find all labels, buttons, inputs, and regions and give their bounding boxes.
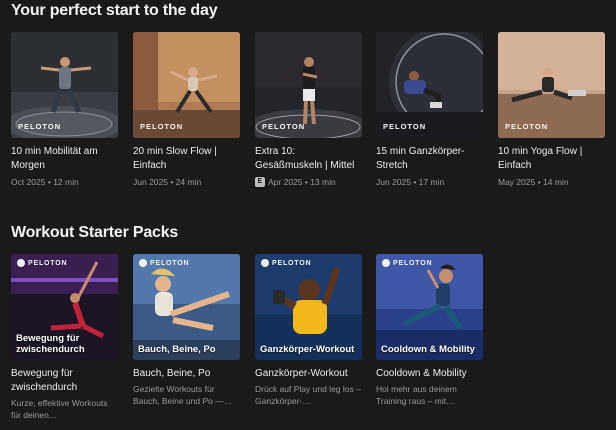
pack-overlay-label: Bauch, Beine, Po: [138, 344, 216, 355]
pack-title: Bauch, Beine, Po: [133, 368, 211, 379]
section-title-starter-packs: Workout Starter Packs: [11, 224, 179, 241]
pack-brand: PELOTON: [139, 259, 189, 267]
pack-thumbnail: PELOTON Bewegung für zwischendurch: [11, 254, 118, 360]
pack-brand: PELOTON: [261, 259, 311, 267]
pack-title: Cooldown & Mobility: [376, 368, 467, 379]
peloton-logo-icon: [382, 259, 390, 267]
class-meta: E Apr 2025 • 13 min: [255, 176, 362, 188]
peloton-watermark: PELOTON: [505, 122, 549, 131]
starter-pack-card[interactable]: PELOTON Cooldown & Mobility Cooldown & M…: [376, 254, 483, 407]
section-title-perfect-start: Your perfect start to the day: [11, 2, 218, 19]
pack-overlay-label: Bewegung für zwischendurch: [16, 333, 85, 355]
class-thumbnail: PELOTON: [498, 32, 605, 138]
class-meta: May 2025 • 14 min: [498, 177, 569, 187]
peloton-logo-icon: [261, 259, 269, 267]
pack-description: Gezielte Workouts für Bauch, Beine und P…: [133, 384, 233, 406]
class-meta: Oct 2025 • 12 min: [11, 177, 79, 187]
class-title: Extra 10: Gesäßmuskeln | Mittel: [255, 146, 355, 171]
pack-brand: PELOTON: [382, 259, 432, 267]
class-card[interactable]: PELOTON 20 min Slow Flow | Einfach Jun 2…: [133, 32, 240, 188]
pack-title: Bewegung für zwischendurch: [11, 368, 78, 393]
class-card[interactable]: PELOTON Extra 10: Gesäßmuskeln | Mittel …: [255, 32, 362, 188]
class-title: 10 min Yoga Flow | Einfach: [498, 146, 583, 171]
class-thumbnail: PELOTON: [133, 32, 240, 138]
peloton-watermark: PELOTON: [262, 122, 306, 131]
peloton-logo-icon: [139, 259, 147, 267]
class-title: 20 min Slow Flow | Einfach: [133, 146, 217, 171]
pack-description: Hol mehr aus deinem Training raus – mit…: [376, 384, 457, 406]
pack-thumbnail: PELOTON Cooldown & Mobility: [376, 254, 483, 360]
class-meta: Jun 2025 • 17 min: [376, 177, 445, 187]
pack-thumbnail: PELOTON Bauch, Beine, Po: [133, 254, 240, 360]
peloton-watermark: PELOTON: [140, 122, 184, 131]
class-thumbnail: PELOTON: [11, 32, 118, 138]
pack-description: Kurze, effektive Workouts für deinen…: [11, 398, 108, 420]
pack-overlay-label: Cooldown & Mobility: [381, 344, 475, 355]
starter-pack-card[interactable]: PELOTON Ganzkörper-Workout Ganzkörper-Wo…: [255, 254, 362, 407]
peloton-watermark: PELOTON: [18, 122, 62, 131]
class-title: 15 min Ganzkörper-Stretch: [376, 146, 465, 171]
class-meta: Jun 2025 • 24 min: [133, 177, 202, 187]
class-thumbnail: PELOTON: [376, 32, 483, 138]
class-card[interactable]: PELOTON 15 min Ganzkörper-Stretch Jun 20…: [376, 32, 483, 188]
class-thumbnail: PELOTON: [255, 32, 362, 138]
pack-brand: PELOTON: [17, 259, 67, 267]
starter-pack-card[interactable]: PELOTON Bewegung für zwischendurch Beweg…: [11, 254, 118, 421]
pack-title: Ganzkörper-Workout: [255, 368, 348, 379]
extra-badge-icon: E: [255, 177, 265, 187]
peloton-logo-icon: [17, 259, 25, 267]
class-card[interactable]: PELOTON 10 min Mobilität am Morgen Oct 2…: [11, 32, 118, 188]
peloton-watermark: PELOTON: [383, 122, 427, 131]
pack-description: Drück auf Play und leg los – Ganzkörper-…: [255, 384, 361, 406]
pack-thumbnail: PELOTON Ganzkörper-Workout: [255, 254, 362, 360]
class-title: 10 min Mobilität am Morgen: [11, 146, 98, 171]
class-card[interactable]: PELOTON 10 min Yoga Flow | Einfach May 2…: [498, 32, 605, 188]
starter-pack-card[interactable]: PELOTON Bauch, Beine, Po Bauch, Beine, P…: [133, 254, 240, 407]
pack-overlay-label: Ganzkörper-Workout: [260, 344, 355, 355]
